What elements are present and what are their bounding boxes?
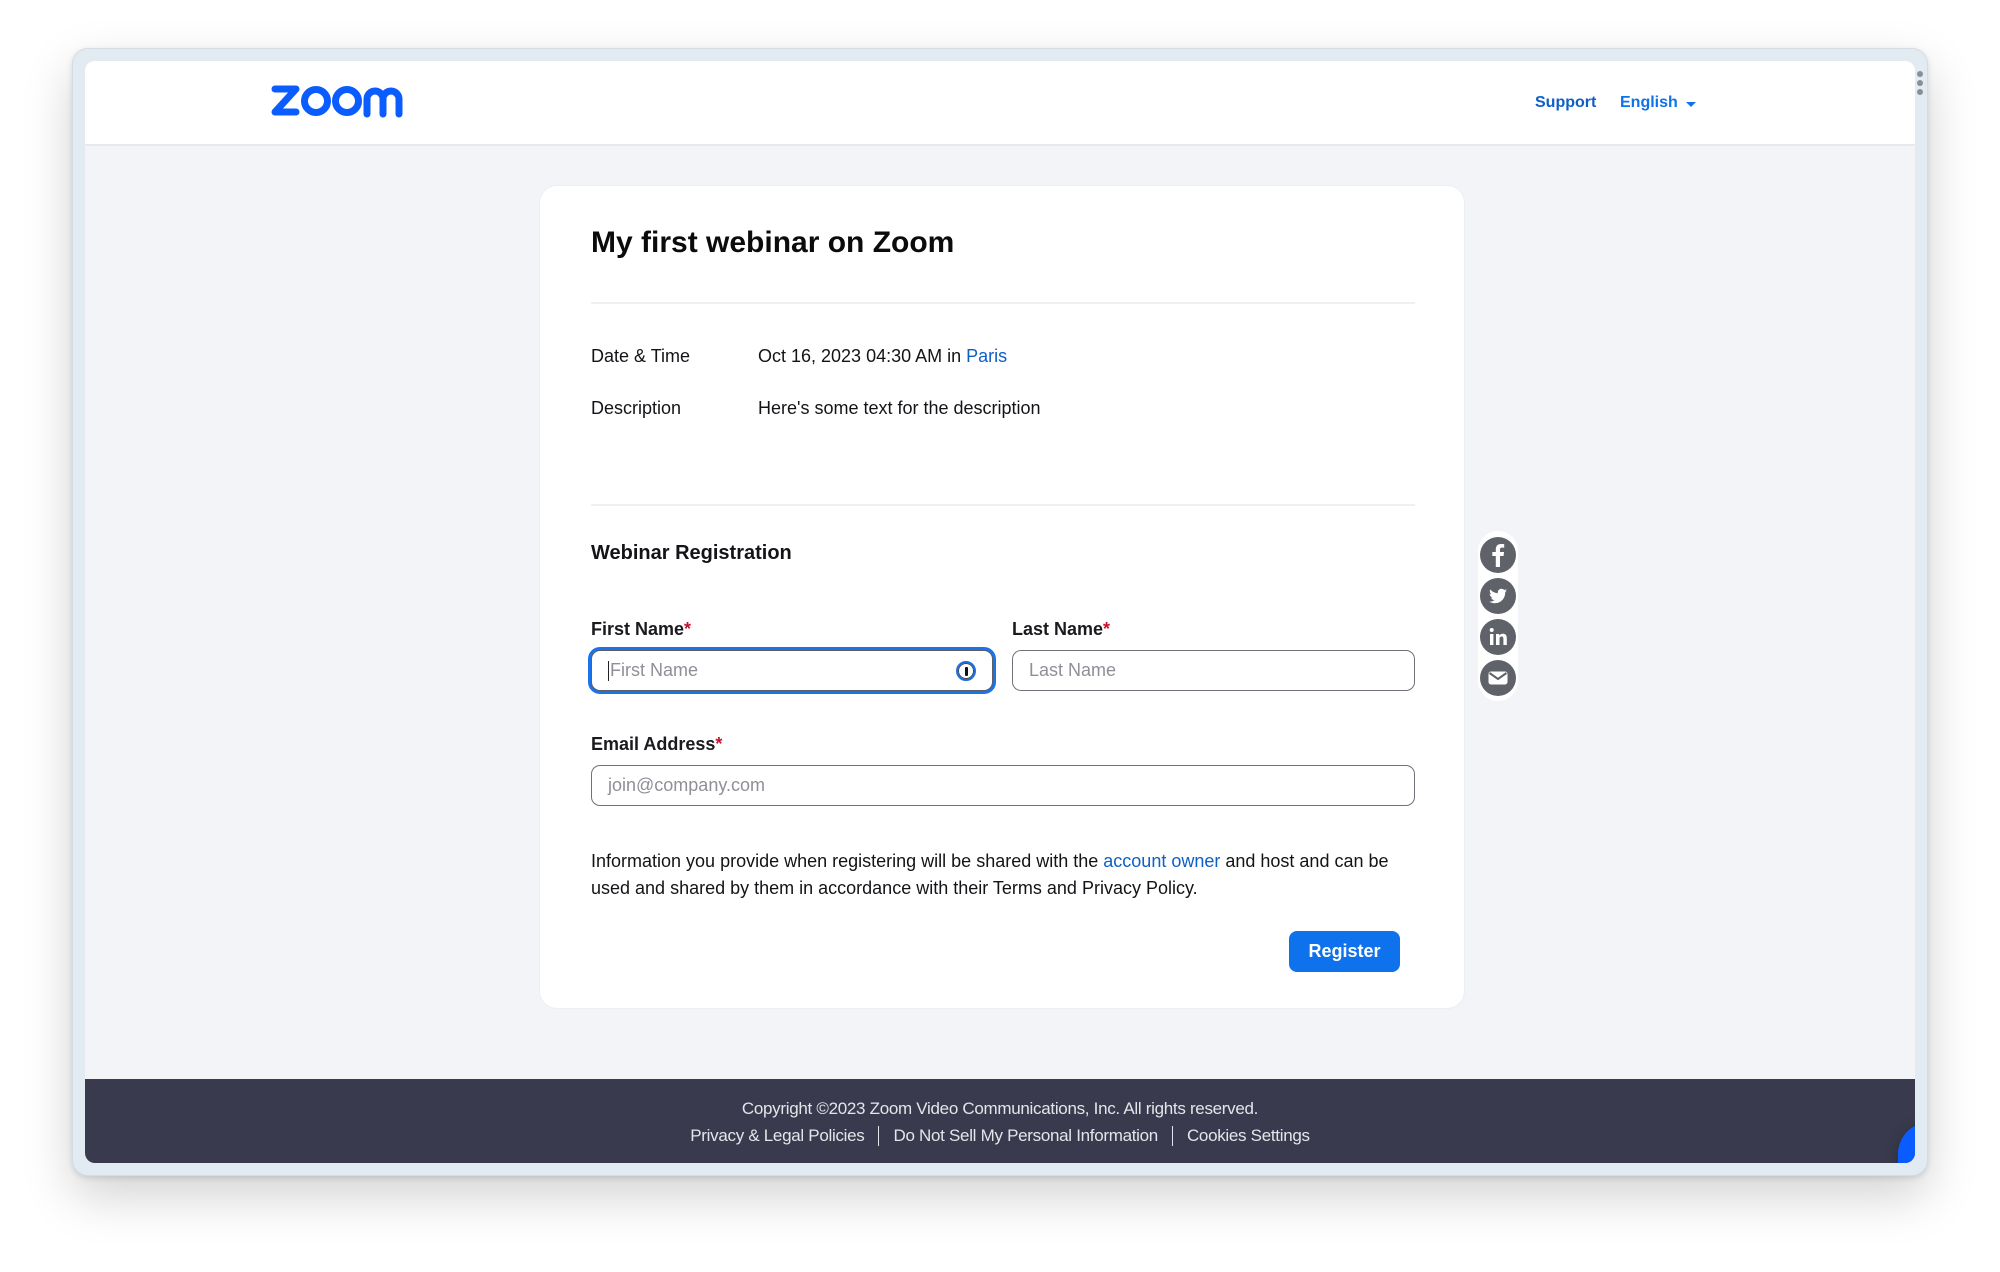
copyright-text: Copyright ©2023 Zoom Video Communication… [741, 1099, 1259, 1118]
notice-text: Information you provide when registering… [591, 851, 1104, 871]
page-viewport: Support English My first webinar on Zoom… [85, 61, 1915, 1163]
timezone-link[interactable]: Paris [966, 346, 1007, 366]
account-owner-link[interactable]: account owner [1103, 851, 1220, 871]
date-time-text: Oct 16, 2023 04:30 AM in [758, 346, 967, 366]
privacy-legal-link[interactable]: Privacy & Legal Policies [690, 1126, 865, 1146]
chat-person-icon [1915, 1138, 1916, 1164]
privacy-notice: Information you provide when registering… [591, 848, 1415, 902]
first-name-input[interactable]: First Name [591, 650, 993, 691]
separator [1171, 1126, 1173, 1146]
footer-links: Privacy & Legal Policies Do Not Sell My … [85, 1126, 1915, 1146]
language-dropdown[interactable]: English [1620, 94, 1696, 112]
more-options-icon[interactable] [1917, 71, 1925, 98]
description-label: Description [591, 398, 682, 418]
browser-window: Support English My first webinar on Zoom… [72, 48, 1928, 1176]
password-manager-icon[interactable] [956, 661, 976, 681]
email-label: Email Address* [591, 734, 722, 755]
required-marker: * [1103, 619, 1111, 639]
first-name-label-text: First Name [591, 619, 685, 639]
do-not-sell-link[interactable]: Do Not Sell My Personal Information [893, 1126, 1158, 1146]
email-input[interactable]: join@company.com [591, 765, 1415, 806]
zoom-logo[interactable] [271, 81, 413, 124]
description-value: Here's some text for the description [758, 398, 1041, 418]
language-label: English [1620, 94, 1678, 111]
register-button[interactable]: Register [1289, 931, 1400, 972]
webinar-title: My first webinar on Zoom [591, 226, 955, 259]
twitter-icon [1489, 588, 1507, 604]
cookies-settings-link[interactable]: Cookies Settings [1187, 1126, 1310, 1146]
caret-down-icon [1685, 101, 1696, 107]
email-placeholder: join@company.com [608, 775, 765, 795]
divider [591, 302, 1415, 304]
email-icon [1488, 671, 1508, 685]
email-label-text: Email Address [591, 734, 716, 754]
required-marker: * [715, 734, 723, 754]
support-link[interactable]: Support [1535, 94, 1596, 112]
registration-card: My first webinar on Zoom Date & Time Oct… [539, 185, 1465, 1009]
last-name-placeholder: Last Name [1029, 660, 1117, 680]
registration-section-title: Webinar Registration [591, 542, 792, 564]
linkedin-icon [1489, 628, 1507, 645]
last-name-label: Last Name* [1012, 619, 1110, 640]
share-bar [1478, 531, 1518, 701]
share-email-button[interactable] [1480, 660, 1516, 696]
share-twitter-button[interactable] [1480, 578, 1516, 614]
date-time-label: Date & Time [591, 346, 691, 366]
date-time-row: Date & Time Oct 16, 2023 04:30 AM in Par… [591, 346, 1007, 367]
date-time-value: Oct 16, 2023 04:30 AM in Paris [758, 346, 1007, 367]
description-row: Description Here's some text for the des… [591, 398, 1041, 419]
page-footer: Copyright ©2023 Zoom Video Communication… [85, 1079, 1915, 1163]
zoom-logo-icon [271, 85, 403, 118]
divider [591, 504, 1415, 506]
share-facebook-button[interactable] [1480, 537, 1516, 573]
text-cursor [608, 660, 609, 681]
separator [878, 1126, 880, 1146]
required-marker: * [684, 619, 692, 639]
share-linkedin-button[interactable] [1480, 619, 1516, 655]
top-header: Support English [85, 61, 1915, 146]
last-name-label-text: Last Name [1012, 619, 1104, 639]
first-name-placeholder: First Name [610, 660, 699, 680]
facebook-icon [1492, 544, 1505, 567]
first-name-label: First Name* [591, 619, 691, 640]
last-name-input[interactable]: Last Name [1012, 650, 1415, 691]
